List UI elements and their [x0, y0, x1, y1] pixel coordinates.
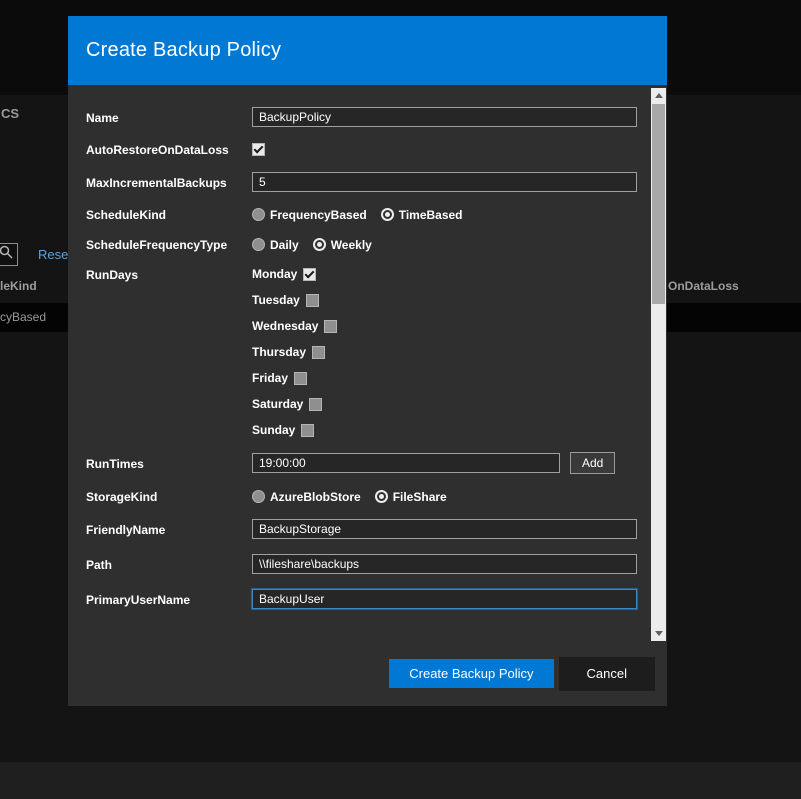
friendlyname-input[interactable]	[252, 519, 637, 539]
day-item-monday: Monday	[252, 267, 337, 281]
radio-daily[interactable]	[252, 238, 265, 251]
thursday-label: Thursday	[252, 345, 307, 359]
maxincremental-label: MaxIncrementalBackups	[86, 175, 227, 190]
field-row-autorestore: AutoRestoreOnDataLoss	[86, 142, 633, 157]
day-item-friday: Friday	[252, 371, 337, 385]
autorestore-checkbox[interactable]	[252, 143, 265, 156]
name-input[interactable]	[252, 107, 637, 127]
field-row-primaryusername: PrimaryUserName	[86, 589, 637, 609]
radio-timebased[interactable]	[380, 208, 394, 221]
page-footer-bar	[0, 762, 801, 799]
storagekind-label: StorageKind	[86, 490, 158, 504]
field-row-runtimes: RunTimes Add	[86, 452, 633, 474]
rundays-label: RunDays	[86, 268, 139, 282]
primaryusername-label: PrimaryUserName	[86, 592, 191, 607]
sunday-label: Sunday	[252, 423, 296, 437]
friday-label: Friday	[252, 371, 289, 385]
radio-frequencybased[interactable]	[252, 208, 265, 221]
dialog-footer: Create Backup Policy Cancel	[68, 641, 667, 706]
wednesday-checkbox[interactable]	[324, 319, 338, 333]
autorestore-label: AutoRestoreOnDataLoss	[86, 143, 229, 157]
friendlyname-label: FriendlyName	[86, 522, 166, 537]
rundays-list: Monday Tuesday Wednesday Thursday Friday…	[252, 267, 338, 437]
maxincremental-input[interactable]	[252, 172, 637, 192]
create-backup-policy-dialog: Create Backup Policy Name AutoRestoreOnD…	[68, 16, 667, 706]
radio-weekly[interactable]	[312, 238, 326, 251]
field-row-friendlyname: FriendlyName	[86, 519, 637, 539]
field-row-rundays: RunDays Monday Tuesday Wednesday Thursda…	[86, 267, 633, 437]
sunday-checkbox[interactable]	[301, 423, 315, 437]
name-label: Name	[86, 110, 119, 125]
search-icon	[0, 245, 13, 264]
tuesday-checkbox[interactable]	[305, 293, 319, 307]
scrollbar-thumb[interactable]	[652, 104, 665, 304]
monday-label: Monday	[252, 267, 298, 281]
down-arrow-icon	[654, 631, 663, 636]
scrollbar-down-button[interactable]	[651, 626, 666, 641]
radio-fileshare[interactable]	[374, 490, 388, 503]
dialog-title: Create Backup Policy	[86, 39, 282, 61]
schedulekind-label: ScheduleKind	[86, 208, 167, 222]
path-input[interactable]	[252, 554, 637, 574]
dialog-header: Create Backup Policy	[68, 16, 667, 85]
day-item-wednesday: Wednesday	[252, 319, 338, 333]
up-arrow-icon	[654, 93, 663, 98]
backup-policy-form: Name AutoRestoreOnDataLoss MaxIncrementa…	[68, 85, 667, 609]
field-row-schedulekind: ScheduleKind FrequencyBased TimeBased	[86, 207, 633, 223]
saturday-label: Saturday	[252, 397, 304, 411]
runtimes-input[interactable]	[252, 453, 560, 473]
day-item-saturday: Saturday	[252, 397, 337, 411]
day-item-tuesday: Tuesday	[252, 293, 337, 307]
tuesday-label: Tuesday	[252, 293, 300, 307]
thursday-checkbox[interactable]	[312, 345, 326, 359]
clipped-cell-frequencybased: cyBased	[0, 310, 47, 324]
radio-azureblobstore-label: AzureBlobStore	[270, 489, 361, 504]
day-item-sunday: Sunday	[252, 423, 337, 437]
saturday-checkbox[interactable]	[309, 397, 323, 411]
field-row-schedulefrequencytype: ScheduleFrequencyType Daily Weekly	[86, 237, 633, 253]
clipped-column-header-ondataloss: OnDataLoss	[668, 279, 739, 293]
field-row-maxincremental: MaxIncrementalBackups	[86, 172, 637, 192]
schedulefrequencytype-label: ScheduleFrequencyType	[86, 238, 228, 252]
clipped-text-cs: CS	[1, 106, 20, 121]
field-row-path: Path	[86, 554, 637, 574]
radio-daily-label: Daily	[270, 237, 299, 252]
scrollbar-up-button[interactable]	[651, 88, 666, 103]
add-runtime-button[interactable]: Add	[570, 452, 616, 474]
radio-fileshare-label: FileShare	[392, 489, 447, 504]
field-row-name: Name	[86, 107, 637, 127]
dialog-body: Name AutoRestoreOnDataLoss MaxIncrementa…	[68, 85, 667, 641]
radio-weekly-label: Weekly	[330, 237, 372, 252]
radio-azureblobstore[interactable]	[252, 490, 265, 503]
search-box[interactable]	[0, 243, 18, 266]
cancel-button[interactable]: Cancel	[558, 656, 655, 691]
field-row-storagekind: StorageKind AzureBlobStore FileShare	[86, 489, 633, 505]
day-item-thursday: Thursday	[252, 345, 337, 359]
create-backup-policy-button[interactable]: Create Backup Policy	[389, 659, 554, 688]
reset-link[interactable]: Reset	[38, 247, 72, 262]
dialog-scrollbar[interactable]	[651, 88, 666, 641]
radio-frequencybased-label: FrequencyBased	[270, 207, 367, 222]
path-label: Path	[86, 557, 113, 572]
wednesday-label: Wednesday	[252, 319, 319, 333]
friday-checkbox[interactable]	[294, 371, 308, 385]
primaryusername-input[interactable]	[252, 589, 637, 609]
clipped-column-header-schedulekind: leKind	[0, 279, 37, 293]
radio-timebased-label: TimeBased	[398, 207, 463, 222]
runtimes-label: RunTimes	[86, 456, 144, 471]
monday-checkbox[interactable]	[303, 267, 317, 281]
